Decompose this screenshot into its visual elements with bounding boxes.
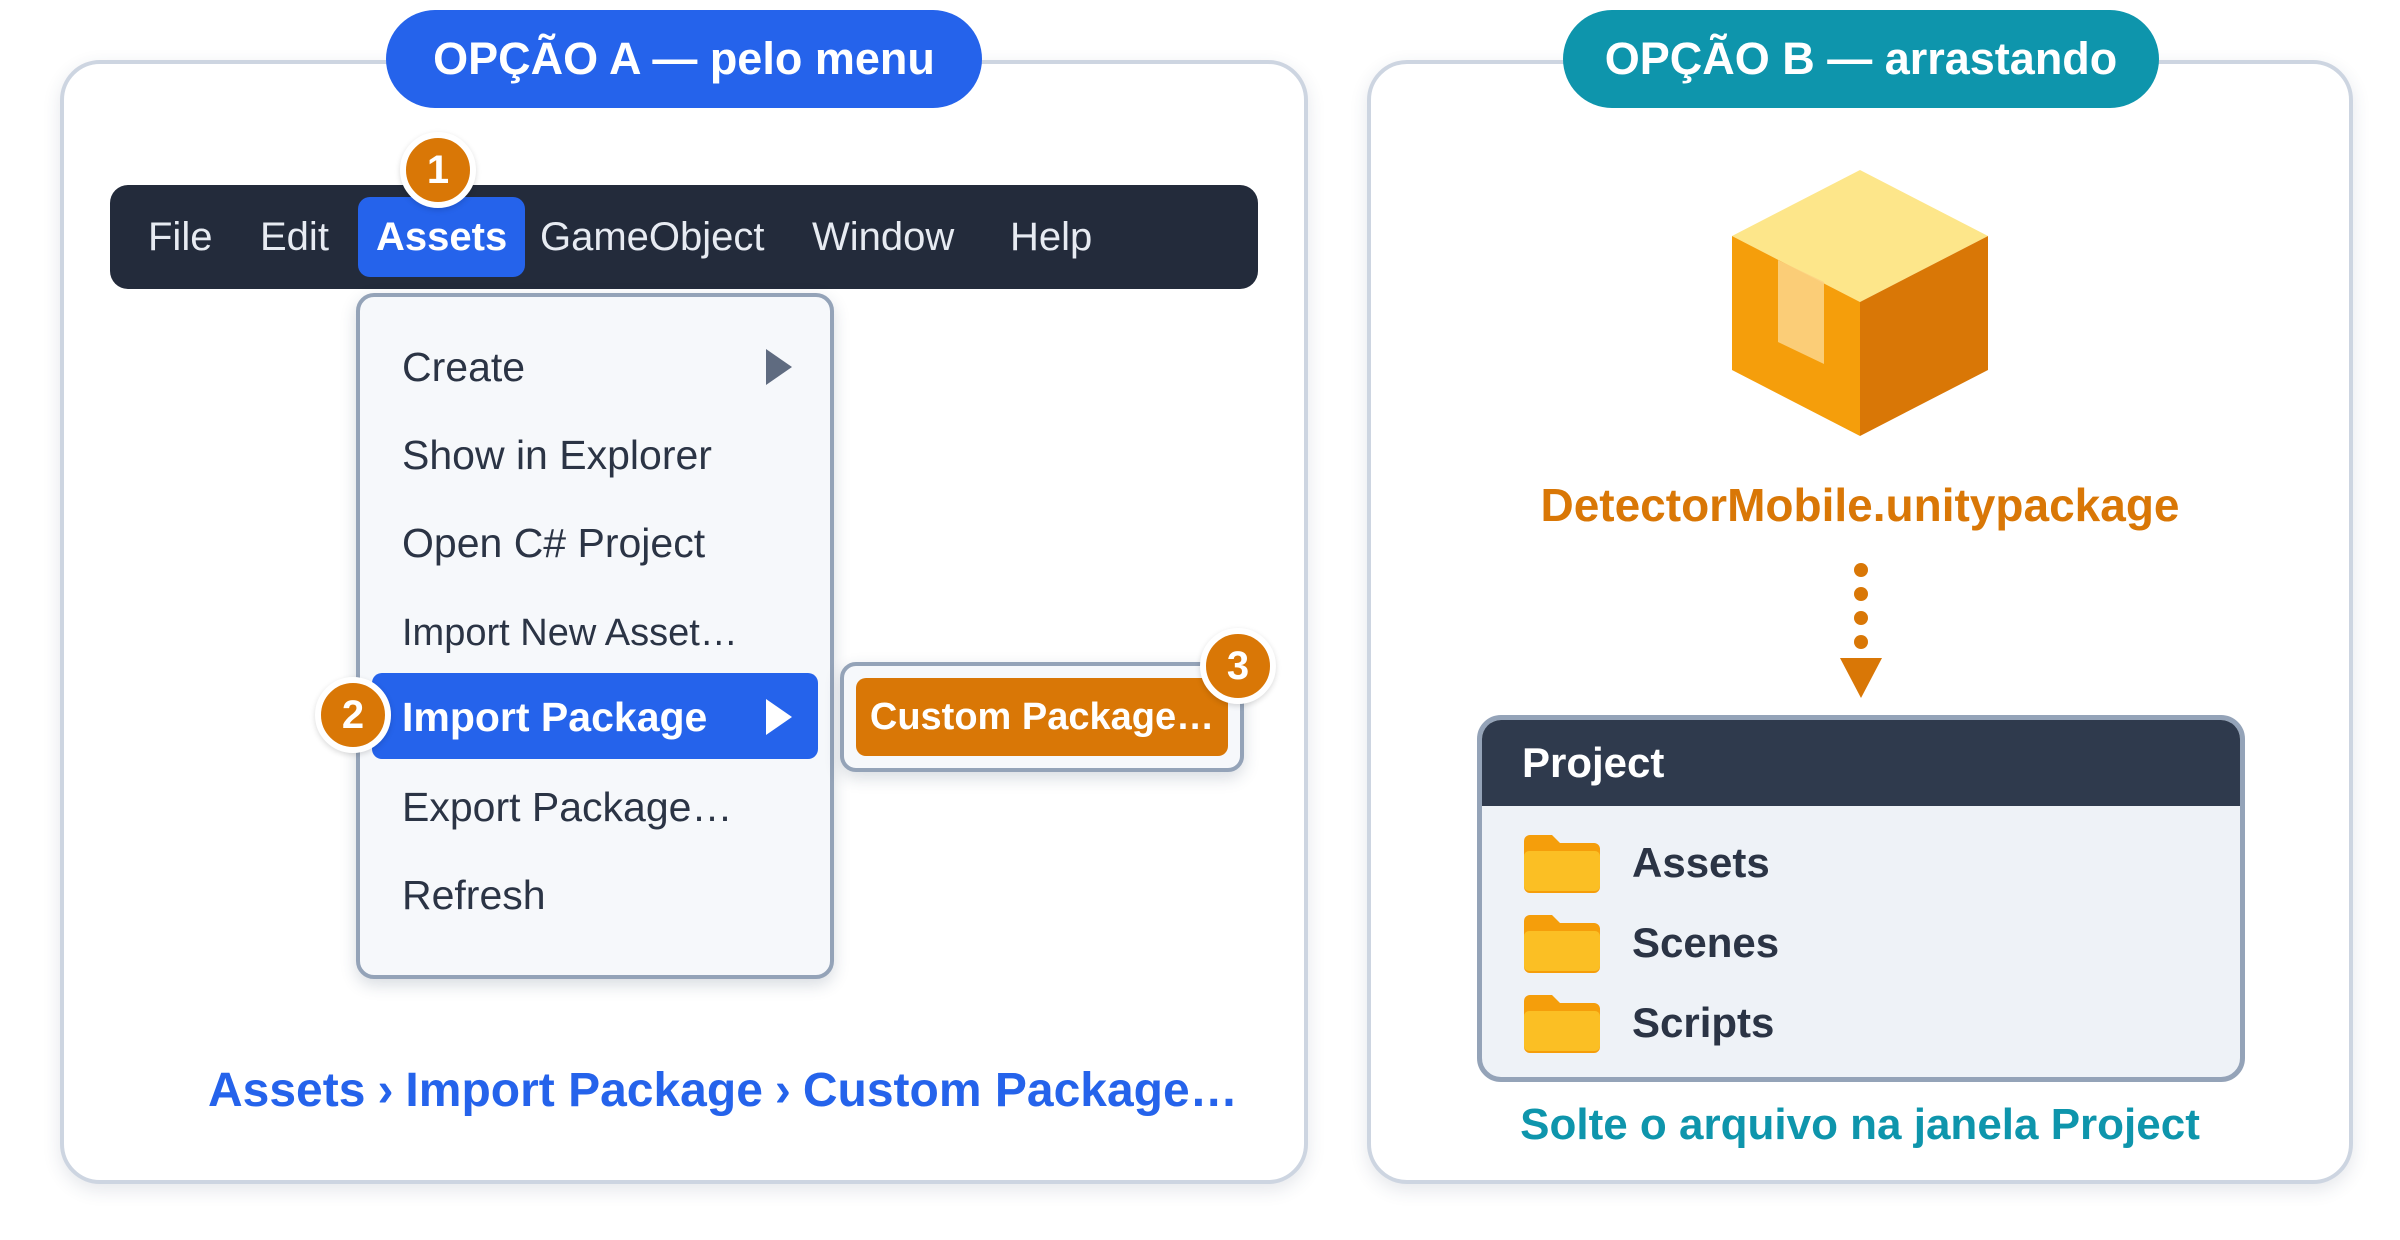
menu-window[interactable]: Window — [812, 185, 954, 289]
menu-item-show-in-explorer[interactable]: Show in Explorer — [402, 425, 712, 485]
import-package-submenu: Custom Package… — [840, 662, 1244, 772]
menu-help[interactable]: Help — [1010, 185, 1092, 289]
folder-label: Assets — [1632, 839, 1770, 886]
menu-gameobject[interactable]: GameObject — [540, 185, 765, 289]
menu-path-breadcrumb: Assets › Import Package › Custom Package… — [208, 1055, 1238, 1125]
folder-icon — [1524, 915, 1600, 973]
menu-file[interactable]: File — [148, 185, 212, 289]
menu-bar: File Edit Assets GameObject Window Help — [110, 185, 1258, 289]
step-1-badge: 1 — [400, 132, 476, 208]
submenu-arrow-icon — [766, 699, 792, 735]
step-2-badge: 2 — [315, 677, 391, 753]
folder-row-assets[interactable]: Assets — [1522, 828, 1770, 898]
menu-item-import-package[interactable]: Import Package — [402, 687, 707, 747]
menu-item-export-package[interactable]: Export Package… — [402, 777, 732, 837]
option-a-title: OPÇÃO A — pelo menu — [386, 10, 982, 108]
menu-item-custom-package[interactable]: Custom Package… — [856, 678, 1228, 756]
breadcrumb-separator: › — [377, 1063, 394, 1117]
folder-icon — [1524, 835, 1600, 893]
folder-label: Scripts — [1632, 999, 1775, 1046]
folder-icon — [1524, 995, 1600, 1053]
submenu-arrow-icon — [766, 349, 792, 385]
project-window[interactable]: Project Assets Scenes Scripts — [1477, 715, 2245, 1082]
breadcrumb-custom-package: Custom Package… — [802, 1063, 1238, 1117]
folder-row-scripts[interactable]: Scripts — [1522, 988, 1774, 1058]
folder-row-scenes[interactable]: Scenes — [1522, 908, 1779, 978]
menu-edit[interactable]: Edit — [260, 185, 329, 289]
project-window-title: Project — [1482, 720, 2240, 806]
breadcrumb-separator: › — [774, 1063, 791, 1117]
assets-dropdown-menu: Create Show in Explorer Open C# Project … — [356, 293, 834, 979]
breadcrumb-import-package: Import Package — [405, 1063, 763, 1117]
package-box-icon — [1732, 170, 1988, 436]
menu-item-create[interactable]: Create — [402, 337, 525, 397]
drop-instruction-caption: Solte o arquivo na janela Project — [1520, 1100, 2200, 1149]
dotted-arrow-down-icon — [1840, 563, 1882, 698]
menu-item-import-new-asset[interactable]: Import New Asset… — [402, 603, 738, 663]
option-b-title: OPÇÃO B — arrastando — [1563, 10, 2159, 108]
breadcrumb-assets: Assets — [208, 1063, 366, 1117]
package-filename: DetectorMobile.unitypackage — [1540, 479, 2180, 531]
menu-item-refresh[interactable]: Refresh — [402, 865, 546, 925]
folder-label: Scenes — [1632, 919, 1780, 966]
menu-assets[interactable]: Assets — [358, 197, 526, 277]
menu-item-open-csharp-project[interactable]: Open C# Project — [402, 513, 705, 573]
step-3-badge: 3 — [1200, 628, 1276, 704]
